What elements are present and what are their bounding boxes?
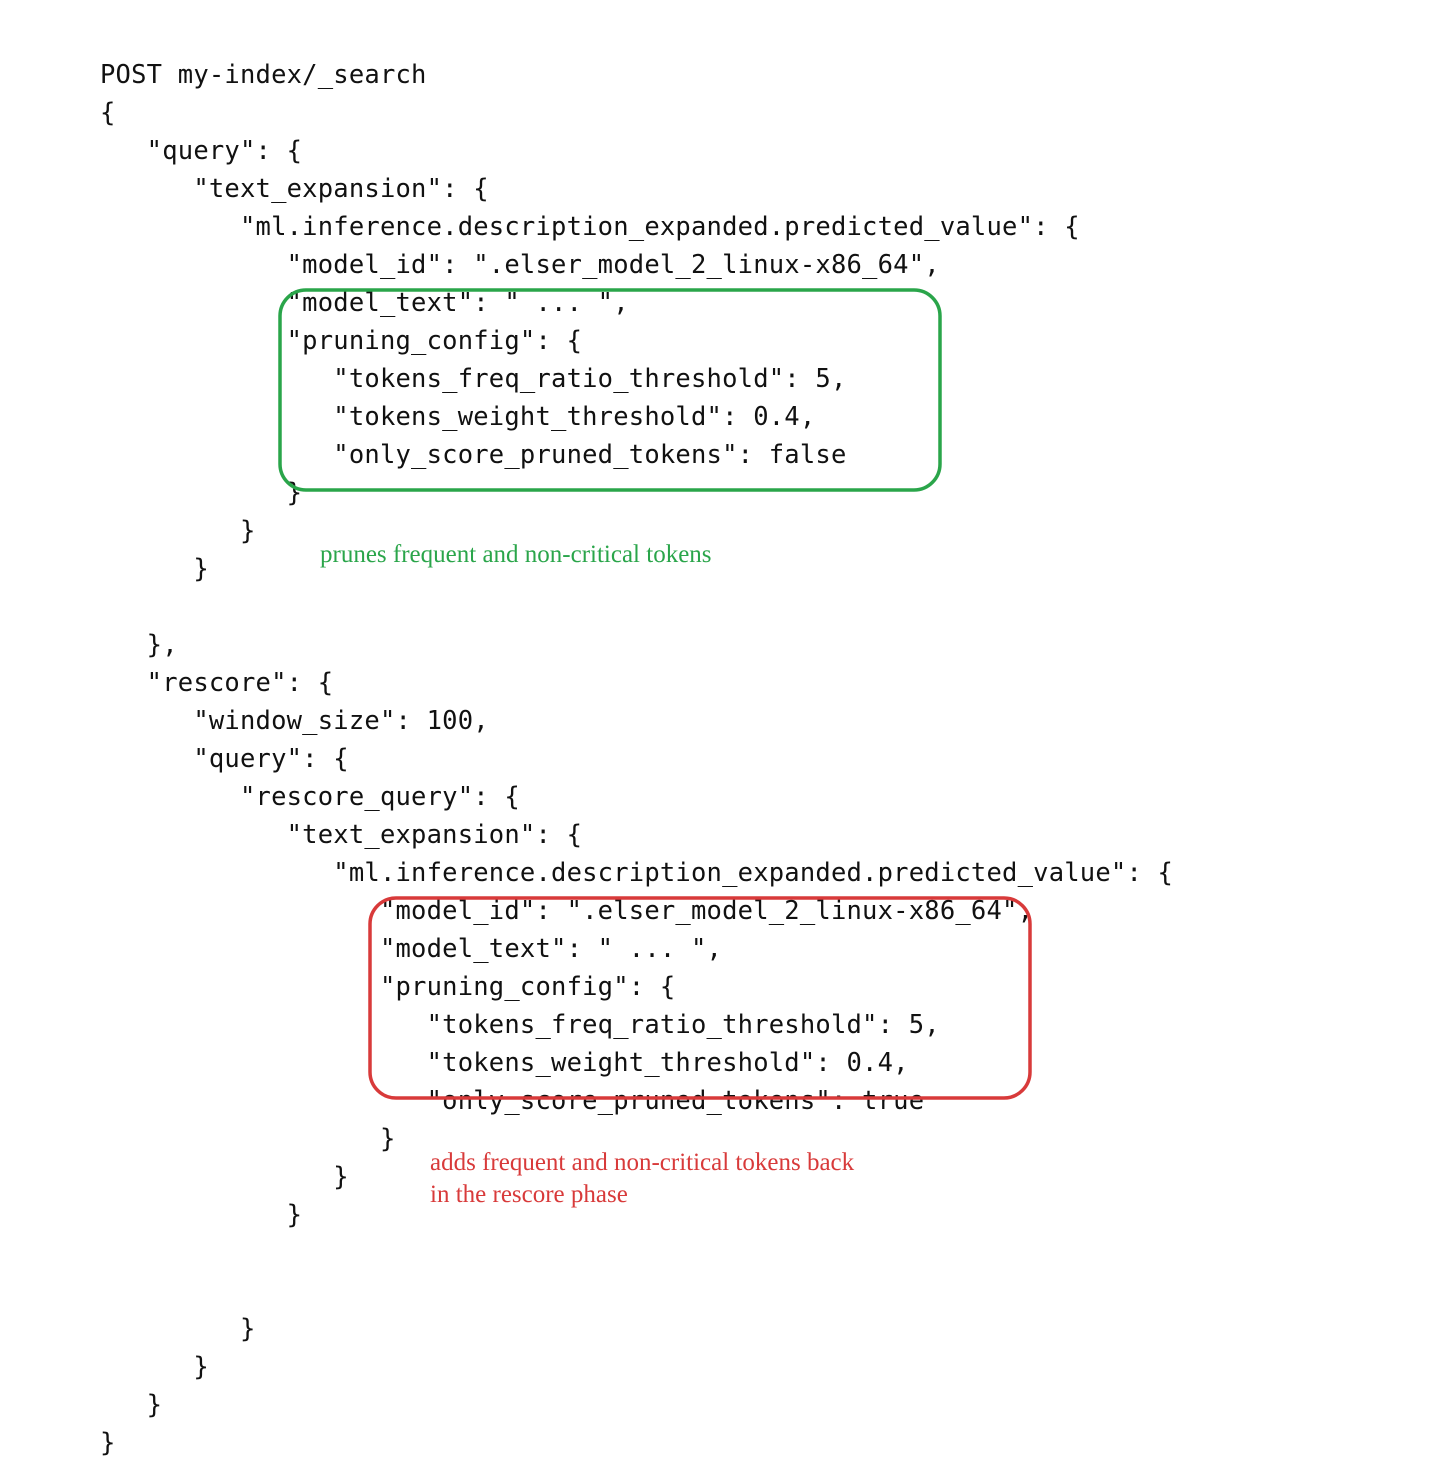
annotation-green: prunes frequent and non-critical tokens [320, 540, 712, 570]
annotation-red-line1: adds frequent and non-critical tokens ba… [430, 1148, 854, 1178]
code-block: POST my-index/_search { "query": { "text… [100, 56, 1173, 1462]
annotation-red-line2: in the rescore phase [430, 1180, 628, 1210]
page: POST my-index/_search { "query": { "text… [0, 0, 1440, 1450]
